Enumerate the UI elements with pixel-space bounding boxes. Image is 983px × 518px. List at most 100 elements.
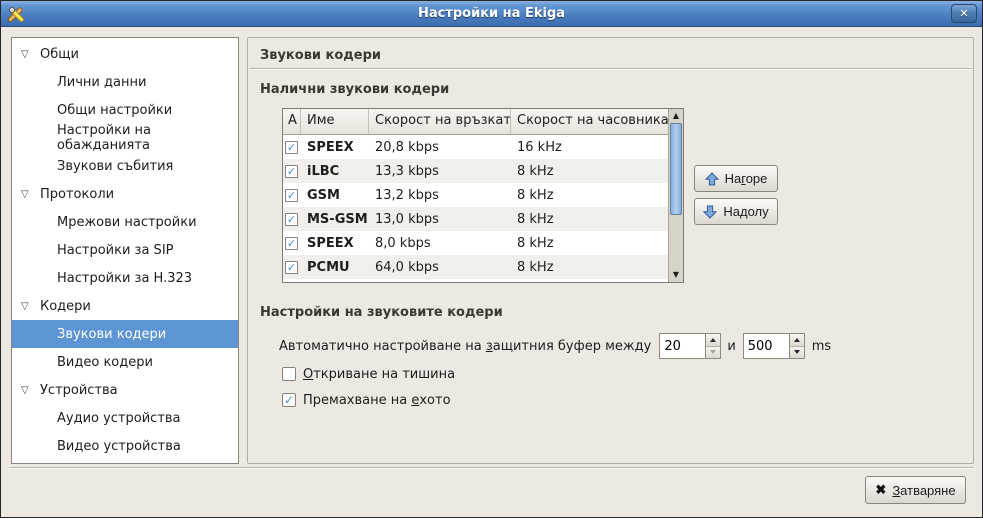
codec-enabled-checkbox[interactable]: ✓	[285, 189, 298, 202]
sidebar-item-11[interactable]: Видео кодери	[12, 348, 238, 376]
table-scrollbar[interactable]: ▲ ▼	[668, 109, 683, 282]
column-header-3[interactable]: Скорост на часовника	[511, 109, 668, 135]
jitter-max-input[interactable]	[744, 334, 789, 358]
codec-row-3[interactable]: ✓MS-GSM13,0 kbps8 kHz	[283, 207, 668, 231]
sidebar-item-10[interactable]: Звукови кодери	[12, 320, 238, 348]
codec-settings-section-title: Настройки на звуковите кодери	[260, 305, 503, 320]
sidebar-item-14[interactable]: Видео устройства	[12, 432, 238, 460]
titlebar: Настройки на Ekiga ✕	[1, 1, 982, 27]
jitter-and-label: и	[727, 339, 735, 354]
jitter-min-increment[interactable]	[706, 334, 720, 347]
sidebar-item-label: Настройки за SIP	[57, 243, 174, 258]
expander-triangle-icon[interactable]: ▽	[21, 49, 39, 60]
sidebar-item-4[interactable]: Звукови събития	[12, 152, 238, 180]
sidebar-item-6[interactable]: Мрежови настройки	[12, 208, 238, 236]
close-dialog-button[interactable]: ✖ Затваряне	[865, 476, 966, 504]
codec-clock-rate: 8 kHz	[511, 164, 668, 179]
sidebar-item-label: Протоколи	[40, 187, 114, 202]
sidebar-item-8[interactable]: Настройки за H.323	[12, 264, 238, 292]
sidebar-item-13[interactable]: Аудио устройства	[12, 404, 238, 432]
move-down-button[interactable]: Надолу	[694, 198, 778, 225]
sidebar-item-label: Кодери	[40, 299, 91, 314]
settings-tree: ▽ОбщиЛични данниОбщи настройкиНастройки …	[11, 37, 239, 464]
close-icon: ✕	[959, 7, 968, 20]
sidebar-item-label: Лични данни	[57, 75, 146, 90]
sidebar-item-label: Аудио устройства	[57, 411, 181, 426]
sidebar-item-label: Видео кодери	[57, 355, 153, 370]
codec-enabled-checkbox[interactable]: ✓	[285, 237, 298, 250]
silence-detection-option[interactable]: Откриване на тишина	[282, 366, 455, 382]
available-codecs-section-title: Налични звукови кодери	[260, 82, 449, 97]
sidebar-item-9[interactable]: ▽Кодери	[12, 292, 238, 320]
expander-triangle-icon[interactable]: ▽	[21, 385, 39, 396]
codec-row-2[interactable]: ✓GSM13,2 kbps8 kHz	[283, 183, 668, 207]
scroll-up-icon[interactable]: ▲	[669, 109, 683, 123]
expander-triangle-icon[interactable]: ▽	[21, 301, 39, 312]
sidebar-item-2[interactable]: Общи настройки	[12, 96, 238, 124]
sidebar-item-0[interactable]: ▽Общи	[12, 40, 238, 68]
silence-detection-checkbox[interactable]	[282, 367, 296, 381]
codec-table: AИмеСкорост на връзкатаСкорост на часовн…	[282, 108, 684, 283]
codec-clock-rate: 8 kHz	[511, 188, 668, 203]
sidebar-item-label: Звукови събития	[57, 159, 173, 174]
codec-row-1[interactable]: ✓iLBC13,3 kbps8 kHz	[283, 159, 668, 183]
echo-cancellation-label: Премахване на ехото	[303, 393, 451, 408]
codec-clock-rate: 8 kHz	[511, 236, 668, 251]
codec-name: SPEEX	[301, 236, 369, 251]
codec-enabled-checkbox[interactable]: ✓	[285, 165, 298, 178]
sidebar-item-label: Видео устройства	[57, 439, 181, 454]
jitter-unit-label: ms	[812, 339, 831, 354]
codec-enabled-checkbox[interactable]: ✓	[285, 213, 298, 226]
page-title: Звукови кодери	[260, 48, 381, 63]
codec-table-header: AИмеСкорост на връзкатаСкорост на часовн…	[283, 109, 668, 135]
codec-bitrate: 8,0 kbps	[369, 236, 511, 251]
scrollbar-track[interactable]	[669, 123, 683, 268]
sidebar-item-3[interactable]: Настройки на обажданията	[12, 124, 238, 152]
codec-clock-rate: 16 kHz	[511, 140, 668, 155]
codec-row-4[interactable]: ✓SPEEX8,0 kbps8 kHz	[283, 231, 668, 255]
scroll-down-icon[interactable]: ▼	[669, 268, 683, 282]
window-close-button[interactable]: ✕	[951, 4, 977, 23]
codec-row-0[interactable]: ✓SPEEX20,8 kbps16 kHz	[283, 135, 668, 159]
arrow-up-icon	[705, 172, 719, 186]
column-header-1[interactable]: Име	[301, 109, 369, 135]
sidebar-item-label: Мрежови настройки	[57, 215, 197, 230]
jitter-max-increment[interactable]	[790, 334, 804, 347]
sidebar-item-label: Звукови кодери	[57, 327, 166, 342]
codec-bitrate: 13,3 kbps	[369, 164, 511, 179]
codec-bitrate: 13,2 kbps	[369, 188, 511, 203]
scrollbar-thumb[interactable]	[670, 123, 682, 215]
move-up-button[interactable]: Нагоре	[694, 165, 778, 192]
expander-triangle-icon[interactable]: ▽	[21, 189, 39, 200]
echo-cancellation-checkbox[interactable]: ✓	[282, 393, 296, 407]
codec-bitrate: 20,8 kbps	[369, 140, 511, 155]
jitter-min-spinner	[659, 333, 721, 359]
preferences-window: Настройки на Ekiga ✕ ▽ОбщиЛични данниОбщ…	[0, 0, 983, 518]
sidebar-item-label: Общи	[40, 47, 79, 62]
column-header-2[interactable]: Скорост на връзката	[369, 109, 511, 135]
close-x-icon: ✖	[875, 482, 886, 498]
column-header-0[interactable]: A	[283, 109, 301, 135]
codec-name: SPEEX	[301, 140, 369, 155]
codec-row-5[interactable]: ✓PCMU64,0 kbps8 kHz	[283, 255, 668, 279]
footer-separator	[9, 467, 974, 469]
sidebar-item-label: Устройства	[40, 383, 118, 398]
jitter-min-input[interactable]	[660, 334, 705, 358]
window-title: Настройки на Ekiga	[1, 6, 982, 21]
jitter-max-decrement[interactable]	[790, 347, 804, 359]
codec-enabled-checkbox[interactable]: ✓	[285, 261, 298, 274]
sidebar-item-12[interactable]: ▽Устройства	[12, 376, 238, 404]
echo-cancellation-option[interactable]: ✓ Премахване на ехото	[282, 392, 451, 408]
sidebar-item-1[interactable]: Лични данни	[12, 68, 238, 96]
sidebar-item-label: Настройки за H.323	[57, 271, 192, 286]
tools-icon	[7, 5, 25, 23]
arrow-down-icon	[703, 205, 717, 219]
codec-clock-rate: 8 kHz	[511, 260, 668, 275]
jitter-min-decrement[interactable]	[706, 347, 720, 359]
sidebar-item-5[interactable]: ▽Протоколи	[12, 180, 238, 208]
sidebar-item-7[interactable]: Настройки за SIP	[12, 236, 238, 264]
codec-enabled-checkbox[interactable]: ✓	[285, 141, 298, 154]
codec-clock-rate: 8 kHz	[511, 212, 668, 227]
silence-detection-label: Откриване на тишина	[303, 367, 455, 382]
codec-name: iLBC	[301, 164, 369, 179]
